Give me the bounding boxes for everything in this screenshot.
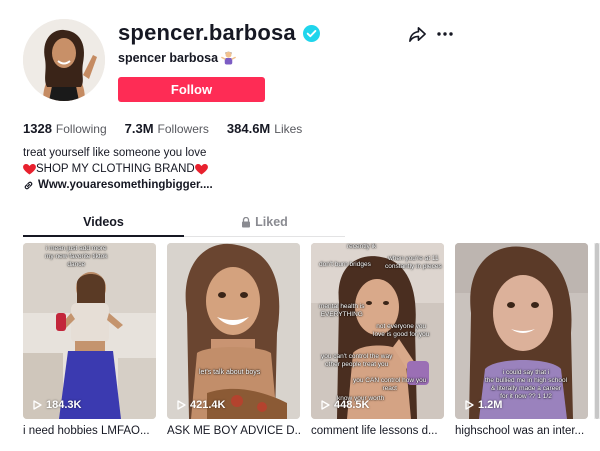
- video-card[interactable]: i mean just add more my new favorite tik…: [23, 243, 156, 437]
- bio-link[interactable]: Www.youaresomethingbigger....: [23, 179, 213, 191]
- play-icon: [33, 400, 42, 410]
- more-options-icon[interactable]: [436, 27, 454, 41]
- share-icon[interactable]: [408, 25, 427, 44]
- video-overlay-text: i could say that i the bullied me in hig…: [485, 369, 568, 400]
- video-overlay-text: when you're at 11 constantly in pieces: [385, 255, 442, 270]
- video-overlay-text: you CAN control how you react: [353, 377, 427, 392]
- display-name: spencer barbosa: [118, 50, 219, 65]
- bio-line-1: treat yourself like someone you love: [23, 147, 207, 159]
- video-overlay-text: mental health is EVERYTHING: [319, 303, 365, 318]
- view-count: 184.3K: [33, 399, 81, 411]
- followers-label: Followers: [157, 122, 209, 136]
- video-overlay-text: i mean just add more my new favorite tik…: [45, 245, 108, 268]
- link-icon: [23, 180, 34, 191]
- red-heart-icon: [23, 163, 36, 175]
- video-thumbnail[interactable]: let's talk about boys 421.4K: [167, 243, 300, 419]
- video-overlay-text: recently ik: [347, 243, 377, 250]
- tab-liked[interactable]: Liked: [184, 208, 345, 236]
- bio: treat yourself like someone you love SHO…: [23, 145, 208, 177]
- tab-liked-label: Liked: [255, 215, 288, 229]
- red-heart-icon: [194, 163, 208, 175]
- profile-stats: 1328 Following 7.3M Followers 384.6M Lik…: [23, 121, 320, 136]
- following-count: 1328: [23, 121, 52, 136]
- bio-shop-text: SHOP MY CLOTHING BRAND: [36, 163, 195, 175]
- play-icon: [321, 400, 330, 410]
- play-icon: [465, 400, 474, 410]
- video-thumbnail[interactable]: recently ik don't burn bridges when you'…: [311, 243, 444, 419]
- video-thumbnail[interactable]: i mean just add more my new favorite tik…: [23, 243, 156, 419]
- video-overlay-text: you can't control the way other people t…: [321, 353, 393, 368]
- scrollbar[interactable]: [594, 243, 600, 419]
- view-count: 1.2M: [465, 399, 502, 411]
- video-caption: highschool was an inter...: [455, 425, 585, 437]
- lock-icon: [241, 216, 251, 228]
- video-card[interactable]: recently ik don't burn bridges when you'…: [311, 243, 444, 437]
- followers-stat[interactable]: 7.3M Followers: [125, 121, 209, 136]
- following-label: Following: [55, 122, 107, 136]
- scrollbar-thumb[interactable]: [595, 243, 599, 419]
- followers-count: 7.3M: [124, 121, 154, 136]
- avatar: [23, 19, 105, 101]
- following-stat[interactable]: 1328 Following: [23, 121, 107, 136]
- video-caption: comment life lessons d...: [311, 425, 438, 437]
- play-icon: [177, 400, 186, 410]
- person-gesturing-emoji-icon: [221, 50, 236, 65]
- video-grid: i mean just add more my new favorite tik…: [23, 243, 588, 437]
- video-overlay-text: not everyone you love is good for you: [373, 323, 430, 338]
- verified-check-icon: [302, 24, 320, 42]
- video-caption: i need hobbies LMFAO...: [23, 425, 150, 437]
- video-caption: ASK ME BOY ADVICE D...: [167, 425, 300, 437]
- username: spencer.barbosa: [118, 20, 296, 45]
- likes-stat: 384.6M Likes: [227, 121, 302, 136]
- likes-count: 384.6M: [226, 121, 271, 136]
- likes-label: Likes: [274, 122, 303, 136]
- profile-tabs: Videos Liked: [23, 208, 345, 237]
- tab-videos[interactable]: Videos: [23, 208, 184, 237]
- view-count: 448.5K: [321, 399, 369, 411]
- follow-button[interactable]: Follow: [118, 77, 265, 102]
- video-thumbnail[interactable]: i could say that i the bullied me in hig…: [455, 243, 588, 419]
- video-card[interactable]: let's talk about boys 421.4K ASK ME BOY …: [167, 243, 300, 437]
- video-overlay-text: let's talk about boys: [199, 369, 261, 376]
- video-overlay-text: don't burn bridges: [319, 261, 371, 268]
- video-card[interactable]: i could say that i the bullied me in hig…: [455, 243, 588, 437]
- bio-link-text: Www.youaresomethingbigger....: [38, 179, 213, 191]
- view-count: 421.4K: [177, 399, 225, 411]
- bio-line-2: SHOP MY CLOTHING BRAND: [23, 161, 208, 177]
- tab-videos-label: Videos: [83, 215, 124, 229]
